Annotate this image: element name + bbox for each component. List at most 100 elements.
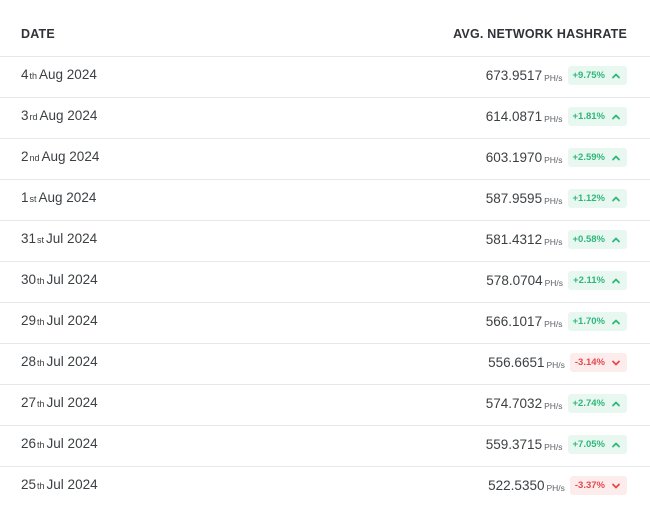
change-percent: +2.59%: [572, 152, 606, 163]
date-ordinal-suffix: st: [37, 235, 45, 245]
hashrate-value: 578.0704: [486, 273, 543, 288]
date-column-header[interactable]: DATE: [21, 27, 55, 41]
date-ordinal-suffix: th: [37, 399, 45, 409]
chevron-up-icon: [611, 194, 621, 204]
row-date: 30th Jul 2024: [21, 272, 98, 287]
date-month-year: Aug 2024: [39, 108, 98, 123]
table-row[interactable]: 25th Jul 2024 522.5350 PH/s -3.37%: [0, 467, 650, 507]
row-hashrate: 587.9595 PH/s +1.12%: [486, 189, 627, 208]
chevron-up-icon: [611, 276, 621, 286]
row-hashrate: 603.1970 PH/s +2.59%: [486, 148, 627, 167]
hashrate-unit: PH/s: [544, 400, 563, 411]
hashrate-unit: PH/s: [546, 359, 565, 370]
change-badge: -3.14%: [569, 353, 627, 372]
change-percent: +1.81%: [572, 111, 606, 122]
date-day: 2: [21, 149, 29, 164]
table-row[interactable]: 30th Jul 2024 578.0704 PH/s +2.11%: [0, 262, 650, 303]
date-ordinal-suffix: th: [37, 276, 45, 286]
chevron-up-icon: [611, 440, 621, 450]
change-percent: +2.11%: [573, 275, 605, 286]
date-ordinal-suffix: nd: [29, 153, 40, 163]
date-day: 28: [21, 354, 37, 369]
hashrate-table: DATE AVG. NETWORK HASHRATE 4th Aug 2024 67…: [0, 0, 650, 502]
date-day: 27: [21, 395, 37, 410]
date-month-year: Jul 2024: [46, 231, 98, 246]
row-date: 3rd Aug 2024: [21, 108, 97, 123]
change-badge: +1.12%: [567, 189, 627, 208]
hashrate-unit: PH/s: [544, 113, 563, 124]
date-ordinal-suffix: th: [37, 440, 45, 450]
date-month-year: Aug 2024: [39, 67, 97, 82]
hashrate-value: 581.4312: [485, 232, 543, 247]
table-row[interactable]: 28th Jul 2024 556.6651 PH/s -3.14%: [0, 344, 650, 385]
row-hashrate: 556.6651 PH/s -3.14%: [488, 353, 627, 372]
row-hashrate: 578.0704 PH/s +2.11%: [486, 271, 627, 290]
change-percent: -3.37%: [574, 480, 605, 491]
change-badge: +9.75%: [567, 66, 627, 85]
date-month-year: Jul 2024: [46, 313, 98, 328]
date-month-year: Jul 2024: [46, 354, 98, 369]
row-date: 28th Jul 2024: [21, 354, 98, 369]
table-row[interactable]: 31st Jul 2024 581.4312 PH/s +0.58%: [0, 221, 650, 262]
change-badge: +0.58%: [567, 230, 627, 249]
chevron-up-icon: [611, 71, 621, 81]
hashrate-unit: PH/s: [544, 318, 563, 329]
hashrate-value: 673.9517: [485, 68, 543, 83]
date-month-year: Aug 2024: [38, 190, 97, 205]
change-badge: +2.11%: [568, 271, 627, 290]
date-month-year: Aug 2024: [41, 149, 100, 164]
date-day: 4: [21, 67, 29, 82]
chevron-up-icon: [611, 235, 621, 245]
date-month-year: Jul 2024: [46, 477, 98, 492]
date-ordinal-suffix: th: [29, 71, 38, 81]
change-percent: +1.12%: [572, 193, 606, 204]
table-row[interactable]: 29th Jul 2024 566.1017 PH/s +1.70%: [0, 303, 650, 344]
row-hashrate: 566.1017 PH/s +1.70%: [486, 312, 627, 331]
row-date: 1st Aug 2024: [21, 190, 96, 205]
row-date: 31st Jul 2024: [21, 231, 97, 246]
date-day: 1: [21, 190, 29, 205]
chevron-up-icon: [611, 112, 621, 122]
table-row[interactable]: 26th Jul 2024 559.3715 PH/s +7.05%: [0, 426, 650, 467]
hashrate-value: 559.3715: [485, 437, 543, 452]
chevron-down-icon: [611, 358, 621, 368]
change-percent: -3.14%: [574, 357, 605, 368]
hashrate-unit: PH/s: [544, 236, 563, 247]
date-day: 26: [21, 436, 37, 451]
date-ordinal-suffix: th: [37, 481, 45, 491]
table-row[interactable]: 27th Jul 2024 574.7032 PH/s +2.74%: [0, 385, 650, 426]
chevron-up-icon: [611, 153, 621, 163]
change-percent: +7.05%: [572, 439, 606, 450]
table-row[interactable]: 2nd Aug 2024 603.1970 PH/s +2.59%: [0, 139, 650, 180]
change-badge: +2.74%: [567, 394, 627, 413]
hashrate-unit: PH/s: [544, 154, 563, 165]
table-row[interactable]: 4th Aug 2024 673.9517 PH/s +9.75%: [0, 57, 650, 98]
hashrate-value: 522.5350: [488, 478, 545, 493]
hashrate-unit: PH/s: [544, 277, 564, 288]
date-day: 3: [21, 108, 29, 123]
hashrate-column-header[interactable]: AVG. NETWORK HASHRATE: [453, 27, 627, 41]
table-row[interactable]: 3rd Aug 2024 614.0871 PH/s +1.81%: [0, 98, 650, 139]
row-date: 25th Jul 2024: [21, 477, 98, 492]
change-badge: +1.70%: [567, 312, 627, 331]
row-hashrate: 614.0871 PH/s +1.81%: [486, 107, 627, 126]
row-date: 4th Aug 2024: [21, 67, 97, 82]
change-badge: +1.81%: [567, 107, 627, 126]
date-day: 30: [21, 272, 37, 287]
date-day: 25: [21, 477, 37, 492]
row-date: 2nd Aug 2024: [21, 149, 99, 164]
change-badge: +2.59%: [567, 148, 627, 167]
row-hashrate: 673.9517 PH/s +9.75%: [486, 66, 627, 85]
table-row[interactable]: 1st Aug 2024 587.9595 PH/s +1.12%: [0, 180, 650, 221]
hashrate-unit: PH/s: [544, 195, 563, 206]
change-percent: +0.58%: [572, 234, 606, 245]
date-ordinal-suffix: th: [37, 358, 45, 368]
hashrate-value: 587.9595: [485, 191, 543, 206]
hashrate-value: 614.0871: [485, 109, 543, 124]
hashrate-value: 603.1970: [485, 150, 543, 165]
date-ordinal-suffix: th: [37, 317, 45, 327]
row-date: 29th Jul 2024: [21, 313, 98, 328]
date-ordinal-suffix: st: [29, 194, 37, 204]
date-ordinal-suffix: rd: [29, 112, 38, 122]
change-percent: +1.70%: [572, 316, 606, 327]
